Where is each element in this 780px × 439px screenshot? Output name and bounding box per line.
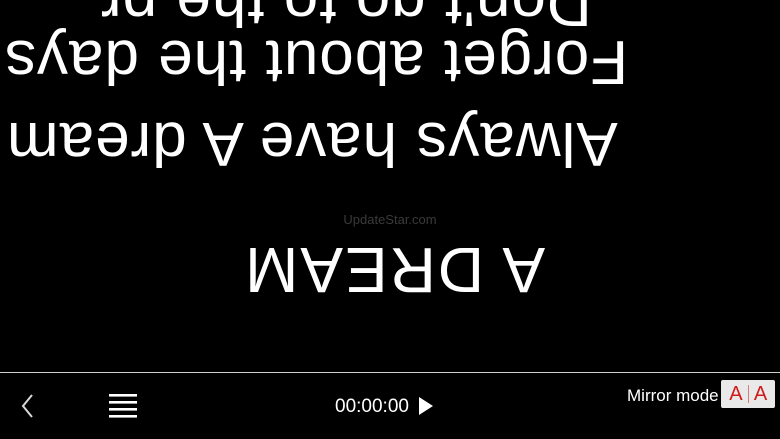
prompter-line-2: Always have A dream (6, 109, 618, 178)
watermark: UpdateStar.com (343, 212, 437, 227)
mirror-glyph-left: A (728, 383, 743, 405)
play-icon (419, 397, 433, 415)
hamburger-menu-icon (109, 394, 137, 418)
bottom-toolbar: 00:00:00 Mirror mode A A (0, 372, 780, 439)
mirror-glyph-right: A (753, 383, 768, 405)
prompter-text-area: Don't go to the pr Forget about the days… (0, 0, 780, 372)
back-button[interactable] (14, 391, 42, 421)
mirror-toggle-divider (747, 385, 749, 403)
prompter-line-3: A DREAM (243, 234, 546, 306)
chevron-left-icon (21, 394, 33, 418)
prompter-line-1: Forget about the days (4, 27, 629, 96)
mirror-mode-toggle[interactable]: A A (721, 380, 775, 408)
mirror-mode-label: Mirror mode (627, 386, 719, 405)
menu-button[interactable] (108, 391, 138, 421)
play-button[interactable] (417, 395, 435, 417)
elapsed-timer: 00:00:00 (335, 396, 409, 417)
